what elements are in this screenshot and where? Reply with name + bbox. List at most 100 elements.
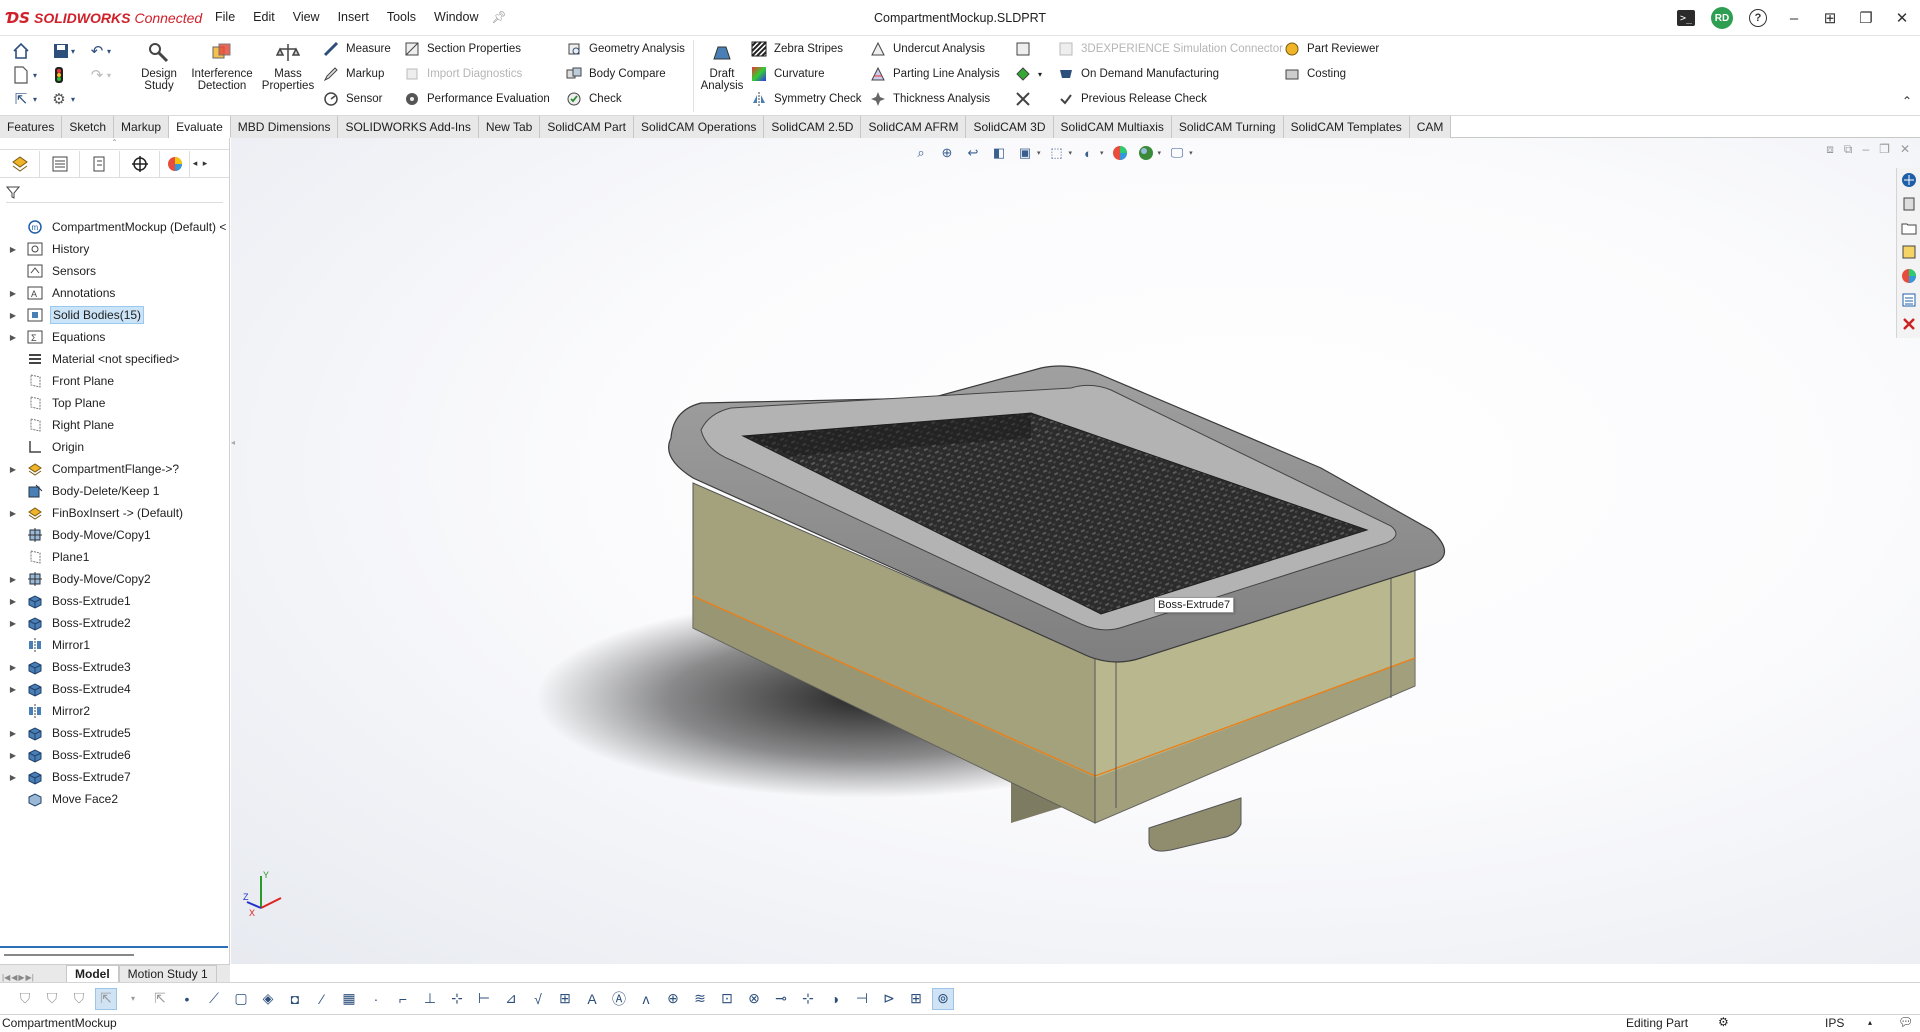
tree-filter[interactable] <box>6 181 223 203</box>
traffic-light-icon[interactable] <box>48 64 70 86</box>
zebra-stripes-button[interactable]: Zebra Stripes <box>750 38 843 60</box>
undercut-analysis-button[interactable]: Undercut Analysis <box>869 38 985 60</box>
tree-item-top-plane[interactable]: Top Plane <box>0 392 230 414</box>
tab-motion-study[interactable]: Motion Study 1 <box>118 965 217 982</box>
filter-dimensions-icon[interactable]: ⊿ <box>500 988 522 1010</box>
expand-arrow-icon[interactable]: ▶ <box>8 619 18 628</box>
tab-mbd-dimensions[interactable]: MBD Dimensions <box>230 116 339 138</box>
dimxpert-manager-tab[interactable] <box>120 150 160 177</box>
tree-item-move-face2[interactable]: Move Face2 <box>0 788 230 810</box>
new-dropdown-icon[interactable]: ▾ <box>30 64 40 86</box>
select-dropdown-icon[interactable]: ▾ <box>30 88 40 110</box>
tab-solidcam-2-5d[interactable]: SolidCAM 2.5D <box>764 116 862 138</box>
new-document-icon[interactable] <box>10 64 32 86</box>
mass-properties-button[interactable]: Mass Properties <box>260 40 316 92</box>
filter-mesh-edges-icon[interactable]: ⊣ <box>851 988 873 1010</box>
performance-evaluation-button[interactable]: Performance Evaluation <box>403 88 550 110</box>
tab-solidcam-multiaxis[interactable]: SolidCAM Multiaxis <box>1053 116 1172 138</box>
filter-layout-icon[interactable]: ⊞ <box>905 988 927 1010</box>
tree-item-annotations[interactable]: ▶ A Annotations <box>0 282 230 304</box>
tree-item-boss-extrude2[interactable]: ▶ Boss-Extrude2 <box>0 612 230 634</box>
filter-solid-bodies-icon[interactable]: ◘ <box>284 988 306 1010</box>
next-tab-icon[interactable]: ▶ <box>18 973 24 982</box>
tree-item-sensors[interactable]: Sensors <box>0 260 230 282</box>
filter-sketch-points-icon[interactable]: · <box>365 988 387 1010</box>
filter-center-marks-icon[interactable]: ⊹ <box>446 988 468 1010</box>
expand-arrow-icon[interactable]: ▶ <box>8 465 18 474</box>
filter-cosmetic-threads-icon[interactable]: ≋ <box>689 988 711 1010</box>
help-button[interactable]: ? <box>1740 0 1776 36</box>
tab-new-tab[interactable]: New Tab <box>478 116 541 138</box>
filter-locked-icon[interactable]: ⇱ <box>149 988 171 1010</box>
expand-arrow-icon[interactable]: ▶ <box>8 333 18 342</box>
tree-item-solid-bodies-15[interactable]: ▶ Solid Bodies(15) <box>0 304 230 326</box>
tile-button[interactable]: ⊞ <box>1812 0 1848 36</box>
tree-horizontal-scrollbar[interactable] <box>4 954 134 956</box>
filter-datum-features-icon[interactable]: Ⓐ <box>608 988 630 1010</box>
expand-arrow-icon[interactable]: ▶ <box>8 245 18 254</box>
first-tab-icon[interactable]: |◀ <box>2 973 10 982</box>
graphics-area[interactable]: ◂ ⌕ ⊕ ↩ ◧ ▣ ▾ ⬚ ▾ ◐ ▾ ▾ 🖵︎ ▾ ⧈ ⧉ – ❐ ✕ B… <box>231 138 1920 964</box>
select-pointer-icon[interactable]: ⇱ <box>95 987 117 1010</box>
pin-menu-icon[interactable]: 📌︎ <box>492 10 507 24</box>
expand-arrow-icon[interactable]: ▶ <box>8 575 18 584</box>
tree-item-mirror1[interactable]: Mirror1 <box>0 634 230 656</box>
filter-blocks-icon[interactable]: ⊡ <box>716 988 738 1010</box>
tab-navigation[interactable]: |◀ ◀ ▶ ▶| <box>0 973 66 982</box>
units-system[interactable]: IPS <box>1825 1016 1844 1030</box>
solidworks-logo[interactable]: ƊS SOLIDWORKS Connected <box>6 8 202 28</box>
design-library-icon[interactable] <box>1899 194 1919 214</box>
command-prompt-button[interactable]: >_ <box>1668 0 1704 36</box>
menu-window[interactable]: Window <box>425 10 487 24</box>
select-dropdown-icon[interactable]: ▾ <box>122 988 144 1010</box>
last-tab-icon[interactable]: ▶| <box>26 973 34 982</box>
home-icon[interactable] <box>10 40 32 62</box>
tree-item-boss-extrude6[interactable]: ▶ Boss-Extrude6 <box>0 744 230 766</box>
file-explorer-icon[interactable] <box>1899 218 1919 238</box>
simulation-connector-button[interactable]: 3DEXPERIENCE Simulation Connector <box>1057 38 1283 60</box>
filter-dowel-pins-icon[interactable]: ⊗ <box>743 988 765 1010</box>
redo-dropdown-icon[interactable]: ▾ <box>104 64 114 86</box>
filter-mesh-vertices-icon[interactable]: ⊳ <box>878 988 900 1010</box>
filter-notes-icon[interactable]: A <box>581 988 603 1010</box>
filter-surface-finish-icon[interactable]: √ <box>527 988 549 1010</box>
filter-axes-icon[interactable]: ⁄ <box>311 988 333 1010</box>
user-profile-button[interactable]: RD <box>1704 0 1740 36</box>
display-manager-tab[interactable] <box>160 150 190 177</box>
filter-vertices-icon[interactable]: • <box>176 988 198 1010</box>
tree-item-history[interactable]: ▶ History <box>0 238 230 260</box>
minimize-button[interactable]: – <box>1776 0 1812 36</box>
prev-tab-icon[interactable]: ◀ <box>11 973 17 982</box>
tree-item-origin[interactable]: Origin <box>0 436 230 458</box>
interference-detection-button[interactable]: Interference Detection <box>187 40 257 92</box>
tab-solidcam-templates[interactable]: SolidCAM Templates <box>1283 116 1410 138</box>
tree-item-boss-extrude1[interactable]: ▶ Boss-Extrude1 <box>0 590 230 612</box>
solidworks-forum-icon[interactable] <box>1899 314 1919 334</box>
expand-arrow-icon[interactable]: ▶ <box>8 289 18 298</box>
thickness-analysis-button[interactable]: Thickness Analysis <box>869 88 990 110</box>
filter-weld-symbols-icon[interactable]: ʌ <box>635 988 657 1010</box>
options-gear-icon[interactable]: ⚙ <box>48 88 70 110</box>
expand-arrow-icon[interactable]: ▶ <box>8 773 18 782</box>
undo-dropdown-icon[interactable]: ▾ <box>104 40 114 62</box>
collapse-ribbon-icon[interactable]: ⌃ <box>1902 94 1912 108</box>
body-compare-button[interactable]: Body Compare <box>565 63 666 85</box>
filter-planes-icon[interactable]: ▦ <box>338 988 360 1010</box>
tab-sketch[interactable]: Sketch <box>62 116 115 138</box>
filter-sketch-regions-icon[interactable]: ⊚ <box>932 987 954 1010</box>
tab-solidcam-afrm[interactable]: SolidCAM AFRM <box>861 116 967 138</box>
rebuild-status-icon[interactable]: ⚙ <box>1718 1015 1729 1029</box>
part-reviewer-button[interactable]: Part Reviewer <box>1283 38 1379 60</box>
appearances-icon[interactable] <box>1899 266 1919 286</box>
sensor-button[interactable]: Sensor <box>322 88 382 110</box>
filter-sketch-segments-icon[interactable]: ⌐ <box>392 988 414 1010</box>
options-dropdown-icon[interactable]: ▾ <box>68 88 78 110</box>
3d-model-compartment[interactable] <box>231 138 1920 964</box>
save-dropdown-icon[interactable]: ▾ <box>68 40 78 62</box>
tree-item-boss-extrude5[interactable]: ▶ Boss-Extrude5 <box>0 722 230 744</box>
expand-arrow-icon[interactable]: ▶ <box>8 597 18 606</box>
symmetry-check-button[interactable]: Symmetry Check <box>750 88 862 110</box>
tabs-right-arrow-icon[interactable]: ▸ <box>200 158 210 169</box>
expand-arrow-icon[interactable]: ▶ <box>8 751 18 760</box>
deviation-analysis-button[interactable] <box>1014 38 1032 60</box>
